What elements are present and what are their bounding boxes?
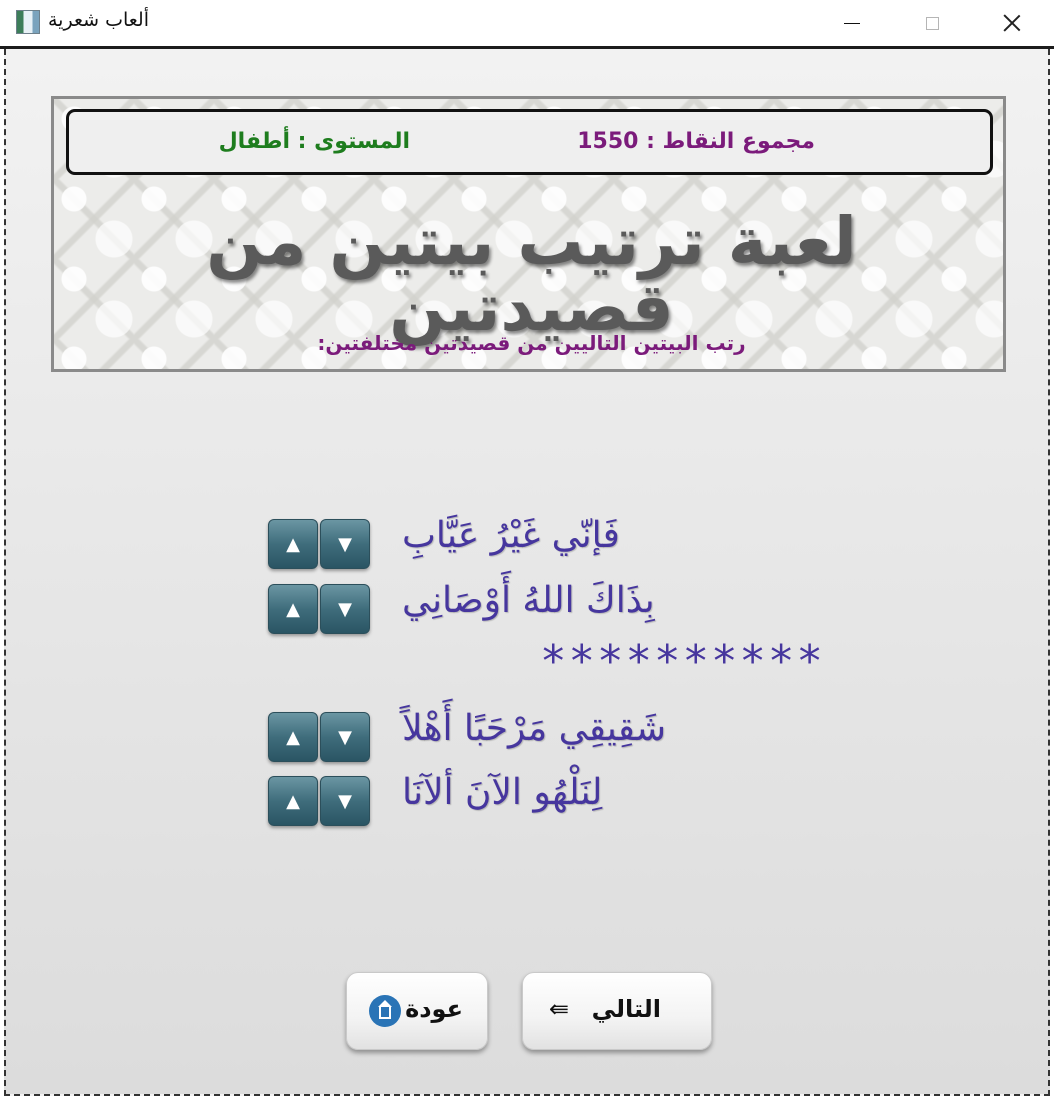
- maximize-button[interactable]: [892, 0, 972, 46]
- move-down-button[interactable]: ▼: [320, 519, 370, 569]
- arrow-down-icon: ▼: [338, 533, 352, 555]
- game-title: لعبة ترتيب بيتين من قصيدتين: [206, 203, 857, 346]
- instruction-text: رتب البيتين التاليين من قصيدتين مختلفتين…: [317, 331, 746, 355]
- reorder-controls: ▲ ▼: [268, 519, 370, 569]
- arrow-up-icon: ▲: [286, 790, 300, 812]
- title-bar: ألعاب شعرية: [0, 0, 1054, 49]
- move-up-button[interactable]: ▲: [268, 776, 318, 826]
- arrow-up-icon: ▲: [286, 533, 300, 555]
- verse-row: ▲ ▼ لِنَلْهُو الآنَ ألآنَا: [268, 772, 748, 826]
- arrow-down-icon: ▼: [338, 598, 352, 620]
- reorder-controls: ▲ ▼: [268, 584, 370, 634]
- move-down-button[interactable]: ▼: [320, 776, 370, 826]
- move-up-button[interactable]: ▲: [268, 519, 318, 569]
- maximize-icon: [925, 16, 939, 30]
- arrow-up-icon: ▲: [286, 598, 300, 620]
- back-button-label: عودة: [405, 995, 463, 1023]
- verse-row: ▲ ▼ بِذَاكَ اللهُ أَوْصَانِي: [268, 580, 748, 634]
- back-button[interactable]: عودة: [346, 972, 488, 1050]
- move-down-button[interactable]: ▼: [320, 712, 370, 762]
- info-box: مجموع النقاط : 1550 المستوى : أطفال: [66, 109, 993, 175]
- move-up-button[interactable]: ▲: [268, 712, 318, 762]
- move-down-button[interactable]: ▼: [320, 584, 370, 634]
- reorder-controls: ▲ ▼: [268, 776, 370, 826]
- verse-row: ▲ ▼ فَإنّي غَيْرُ عَيَّابِ: [268, 515, 748, 569]
- close-button[interactable]: [972, 0, 1052, 46]
- arrow-up-icon: ▲: [286, 726, 300, 748]
- verse-text: بِذَاكَ اللهُ أَوْصَانِي: [402, 580, 655, 621]
- level-label: المستوى : أطفال: [218, 129, 410, 154]
- arrow-down-icon: ▼: [338, 726, 352, 748]
- arrow-down-icon: ▼: [338, 790, 352, 812]
- score-label: مجموع النقاط : 1550: [577, 129, 815, 154]
- reorder-controls: ▲ ▼: [268, 712, 370, 762]
- verse-text: فَإنّي غَيْرُ عَيَّابِ: [402, 515, 620, 556]
- arrow-left-icon: ⇚: [549, 995, 570, 1023]
- stanza-separator: **********: [540, 636, 825, 687]
- verse-row: ▲ ▼ شَقِيقِي مَرْحَبًا أَهْلاً: [268, 708, 748, 762]
- move-up-button[interactable]: ▲: [268, 584, 318, 634]
- verse-text: شَقِيقِي مَرْحَبًا أَهْلاً: [402, 708, 667, 749]
- next-button[interactable]: ⇚ التالي: [522, 972, 712, 1050]
- app-icon: [16, 10, 40, 34]
- close-icon: [1003, 14, 1021, 32]
- next-button-label: التالي: [591, 995, 661, 1023]
- minimize-button[interactable]: [812, 0, 892, 46]
- verse-text: لِنَلْهُو الآنَ ألآنَا: [402, 772, 603, 813]
- window-title: ألعاب شعرية: [48, 9, 149, 31]
- header-panel: مجموع النقاط : 1550 المستوى : أطفال لعبة…: [51, 96, 1006, 372]
- minimize-icon: [844, 22, 860, 24]
- home-icon: [369, 995, 401, 1027]
- app-window: ألعاب شعرية مجموع النقاط : 1550 المستوى …: [0, 0, 1054, 1100]
